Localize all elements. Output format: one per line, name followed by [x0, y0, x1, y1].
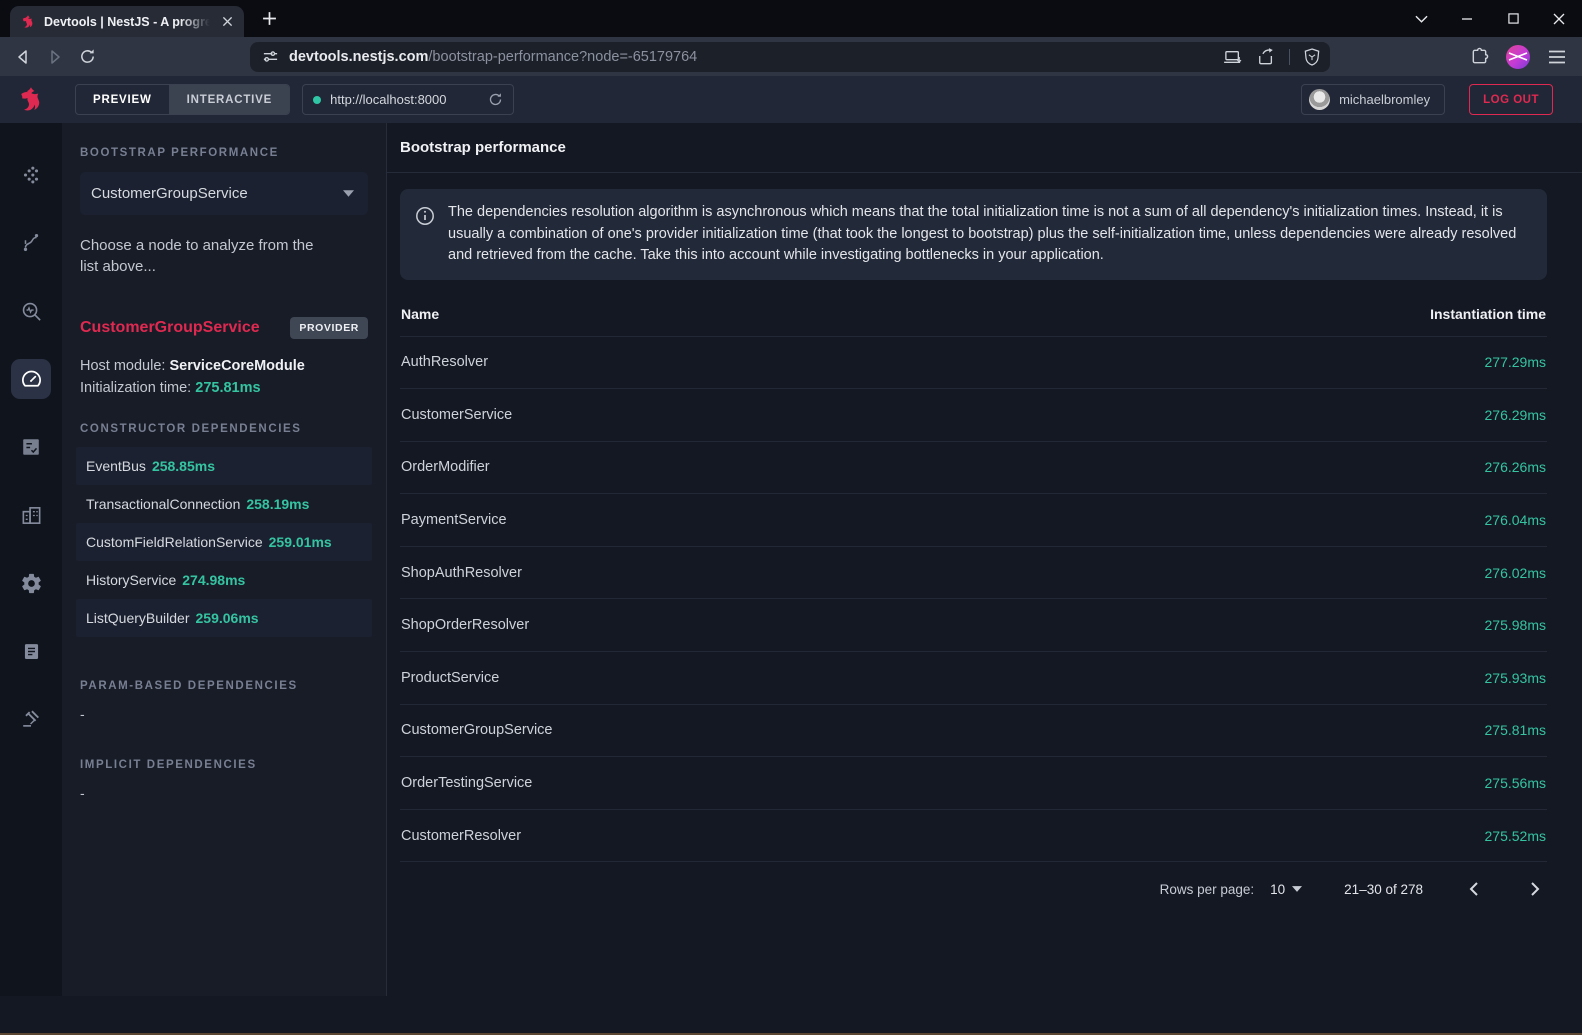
browser-toolbar: devtools.nestjs.com/bootstrap-performanc…: [0, 37, 1582, 76]
page-title: Bootstrap performance: [400, 139, 566, 156]
menu-icon[interactable]: [1546, 46, 1568, 68]
browser-tab-bar: Devtools | NestJS - A progressive: [0, 0, 1582, 37]
user-name: michaelbromley: [1339, 92, 1430, 107]
info-text: The dependencies resolution algorithm is…: [448, 202, 1529, 267]
nav-docs-icon[interactable]: [11, 631, 51, 671]
logout-button[interactable]: LOG OUT: [1469, 84, 1553, 115]
extensions-icon[interactable]: [1468, 46, 1490, 68]
user-chip[interactable]: michaelbromley: [1301, 84, 1445, 115]
implicit-deps-title: IMPLICIT DEPENDENCIES: [80, 759, 368, 771]
tab-close-icon[interactable]: [218, 13, 236, 31]
browser-tab[interactable]: Devtools | NestJS - A progressive: [10, 6, 244, 37]
toolbar-divider: [1289, 49, 1290, 65]
node-select-value: CustomerGroupService: [91, 185, 343, 202]
previous-page-button[interactable]: [1461, 877, 1485, 901]
implicit-deps-empty: -: [80, 785, 368, 801]
rows-per-page-label: Rows per page:: [1160, 882, 1255, 897]
target-url-value: http://localhost:8000: [330, 92, 479, 107]
selected-node-name: CustomerGroupService: [80, 319, 290, 337]
col-header-name: Name: [401, 306, 439, 322]
nav-analyze-icon[interactable]: [11, 291, 51, 331]
table-row[interactable]: CustomerService 276.29ms: [400, 389, 1547, 442]
dependency-item[interactable]: TransactionalConnection258.19ms: [76, 485, 372, 523]
browser-profile-avatar[interactable]: [1506, 45, 1530, 69]
brave-shield-icon[interactable]: [1304, 48, 1320, 66]
host-module-value: ServiceCoreModule: [169, 358, 304, 374]
nav-routes-icon[interactable]: [11, 223, 51, 263]
table-row[interactable]: CustomerGroupService 275.81ms: [400, 705, 1547, 758]
pagination: Rows per page: 10 21–30 of 278: [400, 862, 1547, 916]
constructor-deps-title: CONSTRUCTOR DEPENDENCIES: [80, 423, 368, 435]
preview-tab[interactable]: PREVIEW: [76, 85, 169, 114]
tab-search-chevron-icon[interactable]: [1398, 0, 1444, 37]
table-body: AuthResolver 277.29ms CustomerService 27…: [400, 337, 1547, 863]
dependency-item[interactable]: CustomFieldRelationService259.01ms: [76, 523, 372, 561]
table-row[interactable]: ShopOrderResolver 275.98ms: [400, 599, 1547, 652]
address-bar[interactable]: devtools.nestjs.com/bootstrap-performanc…: [250, 42, 1330, 72]
node-select[interactable]: CustomerGroupService: [80, 172, 368, 215]
nestjs-logo[interactable]: [0, 76, 62, 123]
param-deps-empty: -: [80, 706, 368, 722]
target-url-input[interactable]: http://localhost:8000: [302, 84, 514, 115]
init-time-row: Initialization time: 275.81ms: [80, 380, 368, 396]
back-button[interactable]: [12, 46, 34, 68]
user-avatar: [1309, 89, 1330, 110]
nav-sandbox-icon[interactable]: [11, 699, 51, 739]
info-box: The dependencies resolution algorithm is…: [400, 189, 1547, 280]
bootstrap-performance-panel: BOOTSTRAP PERFORMANCE CustomerGroupServi…: [62, 123, 387, 996]
app-header: PREVIEW INTERACTIVE http://localhost:800…: [62, 76, 1582, 123]
rows-per-page-select[interactable]: 10: [1270, 882, 1302, 897]
table-row[interactable]: ProductService 275.93ms: [400, 652, 1547, 705]
col-header-instantiation-time: Instantiation time: [1430, 306, 1546, 322]
dependency-item[interactable]: HistoryService274.98ms: [76, 561, 372, 599]
main-content: Bootstrap performance The dependencies r…: [387, 123, 1582, 996]
constructor-deps-list: EventBus258.85ms TransactionalConnection…: [76, 447, 372, 637]
interactive-tab[interactable]: INTERACTIVE: [169, 85, 289, 114]
param-deps-title: PARAM-BASED DEPENDENCIES: [80, 680, 368, 692]
window-minimize-button[interactable]: [1444, 0, 1490, 37]
page-range: 21–30 of 278: [1344, 882, 1423, 897]
new-tab-button[interactable]: [262, 9, 277, 32]
chevron-down-icon: [1292, 886, 1302, 892]
site-settings-icon[interactable]: [262, 48, 279, 65]
nav-modules-icon[interactable]: [11, 495, 51, 535]
table-row[interactable]: PaymentService 276.04ms: [400, 494, 1547, 547]
panel-section-title: BOOTSTRAP PERFORMANCE: [80, 147, 368, 159]
performance-table: Name Instantiation time AuthResolver 277…: [400, 293, 1547, 863]
dependency-item[interactable]: ListQueryBuilder259.06ms: [76, 599, 372, 637]
share-icon[interactable]: [1257, 48, 1275, 65]
window-maximize-button[interactable]: [1490, 0, 1536, 37]
host-module-row: Host module: ServiceCoreModule: [80, 358, 368, 374]
panel-hint: Choose a node to analyze from the list a…: [80, 235, 330, 277]
nav-rail: [0, 76, 62, 996]
table-row[interactable]: AuthResolver 277.29ms: [400, 337, 1547, 390]
table-row[interactable]: ShopAuthResolver 276.02ms: [400, 547, 1547, 600]
table-row[interactable]: CustomerResolver 275.52ms: [400, 810, 1547, 863]
nav-settings-icon[interactable]: [11, 563, 51, 603]
send-to-device-icon[interactable]: [1223, 49, 1243, 65]
reload-button[interactable]: [76, 46, 98, 68]
chevron-down-icon: [343, 190, 354, 197]
table-row[interactable]: OrderTestingService 275.56ms: [400, 757, 1547, 810]
window-close-button[interactable]: [1536, 0, 1582, 37]
tab-title: Devtools | NestJS - A progressive: [44, 15, 210, 29]
dependency-item[interactable]: EventBus258.85ms: [76, 447, 372, 485]
url-domain: devtools.nestjs.com: [289, 49, 428, 65]
refresh-icon[interactable]: [488, 92, 503, 107]
nav-bootstrap-performance-icon[interactable]: [11, 359, 51, 399]
nav-audit-icon[interactable]: [11, 427, 51, 467]
next-page-button[interactable]: [1523, 877, 1547, 901]
url-path: /bootstrap-performance?node=-65179764: [428, 49, 697, 65]
init-time-value: 275.81ms: [195, 380, 260, 396]
info-icon: [415, 206, 435, 267]
table-row[interactable]: OrderModifier 276.26ms: [400, 442, 1547, 495]
connection-status-dot: [313, 96, 321, 104]
nav-graph-icon[interactable]: [11, 155, 51, 195]
forward-button[interactable]: [44, 46, 66, 68]
provider-badge: PROVIDER: [290, 317, 368, 339]
view-mode-toggle: PREVIEW INTERACTIVE: [75, 84, 290, 115]
nestjs-favicon-icon: [20, 14, 36, 30]
